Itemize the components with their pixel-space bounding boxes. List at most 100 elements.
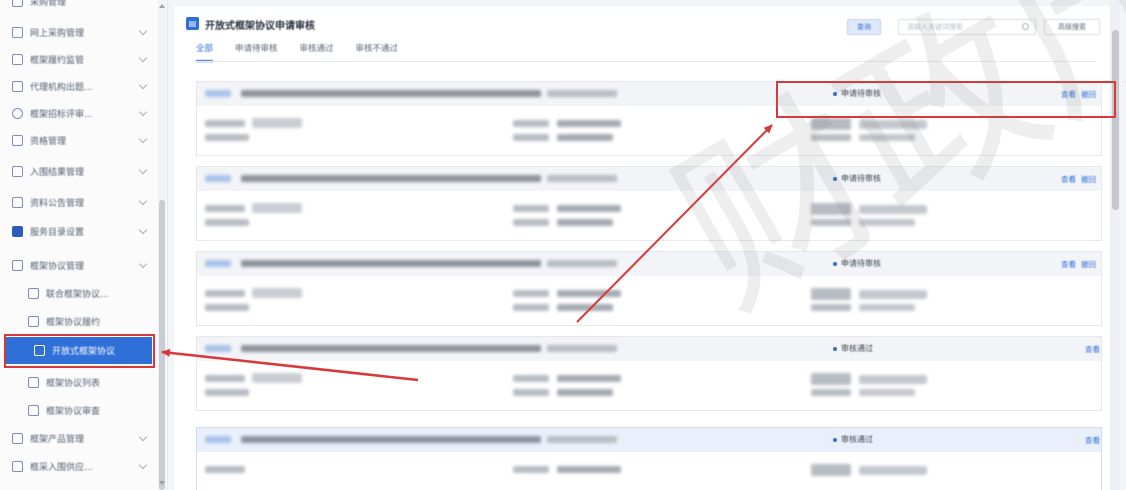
sidebar-item-procurement[interactable]: 采购管理: [0, 0, 167, 15]
redacted-field: [513, 290, 549, 297]
grid-icon: [12, 226, 23, 237]
redacted-title: [547, 90, 617, 97]
sidebar-item-framework-performance[interactable]: 框架协议履约: [0, 308, 167, 335]
redacted-field: [252, 373, 302, 383]
sidebar-item-label: 框架协议管理: [30, 262, 85, 272]
redacted-title: [241, 436, 541, 443]
status-dot-icon: [833, 347, 837, 351]
sidebar-item-framework-list[interactable]: 框架协议列表: [0, 369, 167, 396]
sidebar-item-label: 服务目录设置: [30, 228, 85, 238]
redacted-field: [252, 118, 302, 128]
list-icon: [12, 0, 23, 7]
sidebar-item-performance[interactable]: 框架履约监管: [0, 46, 167, 73]
chevron-down-icon: [138, 107, 148, 117]
chevron-down-icon: [138, 196, 148, 206]
tab-approved[interactable]: 审核通过: [300, 42, 334, 62]
chevron-down-icon: [138, 80, 148, 90]
list-icon: [12, 197, 23, 208]
chevron-down-icon: [138, 53, 148, 63]
redacted-title: [547, 436, 617, 443]
card-header: 申请待审核 查看 撤回: [197, 252, 1101, 276]
view-link[interactable]: 查看: [1061, 259, 1076, 270]
chevron-down-icon: [138, 432, 148, 442]
redacted-title: [547, 260, 617, 267]
view-link[interactable]: 查看: [1085, 344, 1100, 355]
withdraw-link[interactable]: 撤回: [1081, 174, 1096, 185]
sidebar-item-label: 框架协议履约: [46, 318, 101, 328]
tab-all[interactable]: 全部: [196, 42, 214, 62]
redacted-field: [557, 375, 621, 382]
sidebar-item-framework[interactable]: 框架协议管理: [0, 252, 167, 279]
sidebar-item-evaluation[interactable]: 框架招标评审...: [0, 100, 167, 127]
redacted-field: [252, 288, 302, 298]
sidebar-scrollbar-thumb[interactable]: [159, 200, 165, 490]
sidebar-item-framework-review[interactable]: 框架协议审查: [0, 397, 167, 424]
sidebar-item-results[interactable]: 入围结果管理: [0, 158, 167, 185]
person-icon: [12, 108, 23, 119]
list-icon: [12, 135, 23, 146]
redacted-field: [513, 219, 549, 226]
annotation-highlight-nav: [4, 334, 155, 368]
sidebar-item-joint-framework[interactable]: 联合框架协议...: [0, 280, 167, 307]
chevron-down-icon: [138, 225, 148, 235]
document-icon: ▤: [186, 17, 199, 30]
view-link[interactable]: 查看: [1085, 435, 1100, 446]
list-icon: [12, 81, 23, 92]
list-icon: [28, 377, 39, 388]
redacted-title: [241, 345, 541, 352]
redacted-field: [513, 134, 549, 141]
sidebar-item-label: 联合框架协议...: [46, 290, 109, 300]
status-tabs: 全部 申请待审核 审核通过 审核不通过: [196, 42, 420, 62]
list-icon: [28, 316, 39, 327]
sidebar-item-products[interactable]: 框架产品管理: [0, 425, 167, 452]
list-icon: [28, 405, 39, 416]
tab-rejected[interactable]: 审核不通过: [356, 42, 399, 62]
sidebar-item-label: 框架招标评审...: [30, 110, 93, 120]
redacted-field: [513, 389, 549, 396]
redacted-field: [811, 389, 851, 396]
redacted-field: [811, 464, 851, 476]
sidebar-item-agency[interactable]: 代理机构出题...: [0, 73, 167, 100]
sidebar-item-label: 框架协议审查: [46, 407, 101, 417]
sidebar-item-qualification[interactable]: 资格管理: [0, 127, 167, 154]
sidebar-item-label: 入围结果管理: [30, 168, 85, 178]
redacted-field: [205, 304, 249, 311]
redacted-field: [205, 219, 249, 226]
redacted-field: [859, 466, 927, 475]
redacted-field: [557, 304, 613, 311]
redacted-field: [513, 205, 549, 212]
list-icon: [12, 27, 23, 38]
redacted-field: [205, 375, 245, 382]
redacted-code: [205, 436, 231, 443]
sidebar-item-online-procurement[interactable]: 网上采购管理: [0, 19, 167, 46]
sidebar-item-announcement[interactable]: 资料公告管理: [0, 189, 167, 216]
redacted-title: [547, 345, 617, 352]
chevron-down-icon: [138, 134, 148, 144]
chevron-down-icon: [138, 26, 148, 36]
redacted-field: [557, 290, 621, 297]
redacted-code: [205, 90, 231, 97]
redacted-field: [205, 120, 245, 127]
sidebar-item-suppliers[interactable]: 框采入围供应...: [0, 453, 167, 480]
list-icon: [12, 54, 23, 65]
view-link[interactable]: 查看: [1061, 174, 1076, 185]
redacted-field: [557, 389, 613, 396]
redacted-field: [205, 466, 245, 473]
list-icon: [12, 166, 23, 177]
sidebar-item-label: 框采入围供应...: [30, 463, 93, 473]
sidebar-item-label: 代理机构出题...: [30, 83, 93, 93]
sidebar-item-label: 资格管理: [30, 137, 67, 147]
card-header: 审核通过 查看: [197, 337, 1101, 361]
redacted-field: [205, 134, 249, 141]
sidebar-item-catalog[interactable]: 服务目录设置: [0, 218, 167, 245]
withdraw-link[interactable]: 撤回: [1081, 259, 1096, 270]
sidebar-item-label: 框架履约监管: [30, 56, 85, 66]
scroll-up-arrow-icon[interactable]: [159, 4, 165, 8]
tab-pending[interactable]: 申请待审核: [235, 42, 278, 62]
scroll-down-arrow-icon[interactable]: [159, 481, 165, 485]
redacted-field: [557, 205, 621, 212]
redacted-field: [205, 205, 245, 212]
redacted-title: [241, 90, 541, 97]
redacted-field: [513, 120, 549, 127]
chevron-down-icon: [138, 165, 148, 175]
